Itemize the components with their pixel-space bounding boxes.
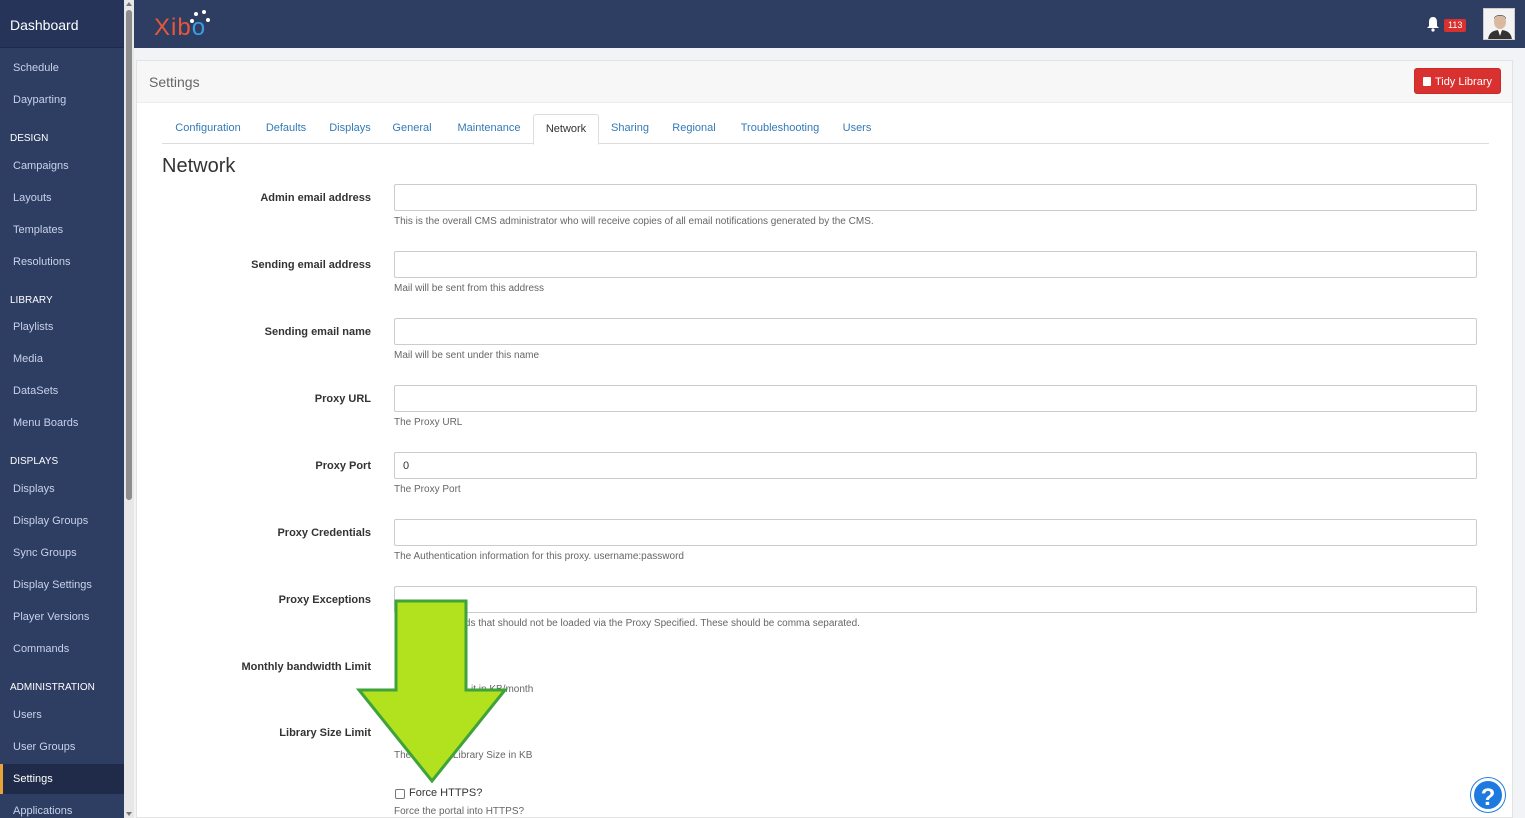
sidebar-scrollbar[interactable] [124,0,134,818]
green-down-arrow-annotation [355,599,509,784]
proxy-exceptions-label: Proxy Exceptions [278,594,371,606]
settings-tabs: Configuration Defaults Displays General … [162,114,1489,145]
sidebar-item-sync-groups[interactable]: Sync Groups [0,539,124,567]
library-size-label: Library Size Limit [279,727,371,739]
admin-email-help: This is the overall CMS administrator wh… [394,216,874,227]
proxy-credentials-label: Proxy Credentials [277,527,371,539]
scroll-down-arrow-icon[interactable] [126,812,132,816]
help-question-button[interactable]: ? [1471,778,1505,812]
proxy-exceptions-input[interactable] [394,586,1477,613]
sending-name-help: Mail will be sent under this name [394,350,540,361]
logo-dot [206,18,210,22]
bell-icon[interactable] [1426,16,1440,32]
force-https-help: Force the portal into HTTPS? [394,806,525,817]
admin-email-input[interactable] [394,184,1477,211]
tab-displays[interactable]: Displays [320,114,380,144]
sidebar-item-displays[interactable]: Displays [0,475,124,503]
sidebar-item-schedule[interactable]: Schedule [0,54,124,82]
avatar-image [1484,9,1514,39]
sidebar-item-applications[interactable]: Applications [0,797,124,818]
tab-sharing[interactable]: Sharing [604,114,656,144]
sidebar-item-dayparting[interactable]: Dayparting [0,86,124,114]
tab-maintenance[interactable]: Maintenance [446,114,532,144]
sending-name-label: Sending email name [264,326,371,338]
trash-icon [1422,77,1431,86]
sidebar-item-user-groups[interactable]: User Groups [0,733,124,761]
proxy-url-help: The Proxy URL [394,417,463,428]
tab-regional[interactable]: Regional [664,114,724,144]
sidebar-item-display-groups[interactable]: Display Groups [0,507,124,535]
sidebar-item-datasets[interactable]: DataSets [0,377,124,405]
top-navbar: Xibo 113 [134,0,1525,48]
proxy-url-label: Proxy URL [314,393,371,405]
admin-email-label: Admin email address [260,192,371,204]
logo-dot [194,12,198,16]
sidebar-heading-displays: DISPLAYS [10,456,59,467]
tidy-library-button[interactable]: Tidy Library [1413,68,1501,94]
proxy-port-input[interactable] [394,452,1477,479]
proxy-credentials-input[interactable] [394,519,1477,546]
scrollbar-thumb[interactable] [126,10,132,500]
logo-dot [202,10,206,14]
sidebar-heading-administration: ADMINISTRATION [10,682,95,693]
tidy-library-label: Tidy Library [1434,76,1492,88]
page-title: Settings [149,74,200,90]
sidebar-item-commands[interactable]: Commands [0,635,124,663]
force-https-checkbox[interactable] [395,789,405,799]
sidebar-item-settings[interactable]: Settings [0,764,124,794]
sidebar-item-player-versions[interactable]: Player Versions [0,603,124,631]
tab-troubleshooting[interactable]: Troubleshooting [732,114,828,144]
sidebar-item-templates[interactable]: Templates [0,216,124,244]
user-avatar[interactable] [1483,8,1515,40]
logo-text: Xibo [154,14,207,41]
logo-dot [190,19,194,23]
tab-defaults[interactable]: Defaults [258,114,314,144]
proxy-credentials-help: The Authentication information for this … [394,551,684,562]
sidebar-item-media[interactable]: Media [0,345,124,373]
proxy-url-input[interactable] [394,385,1477,412]
sidebar-brand-dashboard[interactable]: Dashboard [0,0,124,48]
tab-network[interactable]: Network [533,114,599,145]
panel-header: Settings Tidy Library [137,61,1512,103]
xibo-logo[interactable]: Xibo [154,10,214,41]
sidebar-heading-design: DESIGN [10,133,49,144]
sidebar-item-menu-boards[interactable]: Menu Boards [0,409,124,437]
section-title: Network [162,155,236,177]
tab-general[interactable]: General [384,114,440,144]
proxy-port-help: The Proxy Port [394,484,461,495]
notification-count-badge[interactable]: 113 [1444,19,1467,32]
sending-email-help: Mail will be sent from this address [394,283,545,294]
sidebar-item-campaigns[interactable]: Campaigns [0,152,124,180]
sidebar-item-playlists[interactable]: Playlists [0,313,124,341]
scroll-up-arrow-icon[interactable] [126,2,132,6]
monthly-bandwidth-label: Monthly bandwidth Limit [241,661,371,673]
tab-configuration[interactable]: Configuration [162,114,254,144]
settings-panel: Settings Tidy Library Configuration Defa… [136,60,1513,818]
sending-email-input[interactable] [394,251,1477,278]
sidebar-item-resolutions[interactable]: Resolutions [0,248,124,276]
sidebar-item-users[interactable]: Users [0,701,124,729]
proxy-exceptions-help: ords that should not be loaded via the P… [456,618,860,629]
tab-users[interactable]: Users [834,114,880,144]
force-https-label[interactable]: Force HTTPS? [409,787,482,799]
sending-name-input[interactable] [394,318,1477,345]
sidebar-heading-library: LIBRARY [10,295,53,306]
sidebar-item-layouts[interactable]: Layouts [0,184,124,212]
sidebar: Dashboard Schedule Dayparting DESIGN Cam… [0,0,124,818]
sending-email-label: Sending email address [251,259,371,271]
sidebar-item-display-settings[interactable]: Display Settings [0,571,124,599]
proxy-port-label: Proxy Port [315,460,371,472]
